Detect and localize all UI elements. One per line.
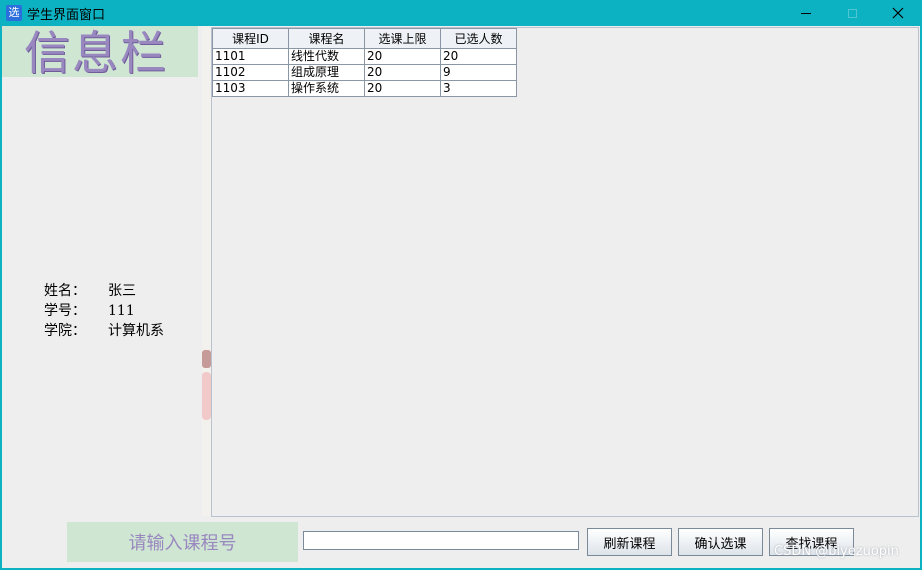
cell-capacity[interactable]: 20 <box>364 64 441 81</box>
course-number-input[interactable] <box>303 531 579 550</box>
background-image-strip <box>202 26 211 516</box>
cell-course-name[interactable]: 操作系统 <box>288 80 365 97</box>
student-college-label: 学院： <box>44 323 86 339</box>
cell-capacity[interactable]: 20 <box>364 48 441 65</box>
info-panel: 信息栏 姓名： 张三 学号： 111 学院： 计算机系 <box>2 26 202 516</box>
student-name-value: 张三 <box>108 283 136 299</box>
course-number-prompt: 请输入课程号 <box>67 522 298 562</box>
table-header-row: 课程ID 课程名 选课上限 已选人数 <box>212 28 517 49</box>
column-header-enrolled[interactable]: 已选人数 <box>440 28 517 49</box>
app-icon: 选 <box>6 5 22 21</box>
confirm-selection-button[interactable]: 确认选课 <box>678 528 763 556</box>
cell-course-id[interactable]: 1101 <box>212 48 289 65</box>
background-decoration <box>202 372 211 420</box>
cell-enrolled[interactable]: 3 <box>440 80 517 97</box>
table-row[interactable]: 1102 组成原理 20 9 <box>212 64 517 81</box>
table-row[interactable]: 1101 线性代数 20 20 <box>212 48 517 65</box>
student-college-value: 计算机系 <box>108 323 164 339</box>
column-header-course-id[interactable]: 课程ID <box>212 28 289 49</box>
student-name-label: 姓名： <box>44 283 86 299</box>
student-name-row: 姓名： 张三 <box>44 280 136 300</box>
watermark: CSDN @biyezuopin <box>774 544 899 559</box>
student-id-row: 学号： 111 <box>44 300 135 320</box>
cell-capacity[interactable]: 20 <box>364 80 441 97</box>
info-banner: 信息栏 <box>2 26 198 80</box>
title-bar: 选 学生界面窗口 <box>0 0 922 26</box>
student-college-row: 学院： 计算机系 <box>44 320 164 340</box>
column-header-course-name[interactable]: 课程名 <box>288 28 365 49</box>
close-button[interactable] <box>875 0 921 26</box>
table-row[interactable]: 1103 操作系统 20 3 <box>212 80 517 97</box>
cell-course-id[interactable]: 1102 <box>212 64 289 81</box>
info-banner-title: 信息栏 <box>24 26 168 80</box>
maximize-button[interactable] <box>829 0 875 26</box>
cell-course-name[interactable]: 组成原理 <box>288 64 365 81</box>
refresh-courses-button[interactable]: 刷新课程 <box>587 528 672 556</box>
student-id-label: 学号： <box>44 303 86 319</box>
close-icon <box>892 7 904 19</box>
cell-enrolled[interactable]: 9 <box>440 64 517 81</box>
cell-enrolled[interactable]: 20 <box>440 48 517 65</box>
cell-course-id[interactable]: 1103 <box>212 80 289 97</box>
column-header-capacity[interactable]: 选课上限 <box>364 28 441 49</box>
student-id-value: 111 <box>108 303 135 319</box>
window-title: 学生界面窗口 <box>27 8 106 23</box>
minimize-button[interactable] <box>783 0 829 26</box>
background-decoration <box>202 350 211 368</box>
course-table-scrollpane[interactable]: 课程ID 课程名 选课上限 已选人数 1101 线性代数 20 20 1102 … <box>211 27 919 517</box>
course-table[interactable]: 课程ID 课程名 选课上限 已选人数 1101 线性代数 20 20 1102 … <box>212 28 517 97</box>
cell-course-name[interactable]: 线性代数 <box>288 48 365 65</box>
